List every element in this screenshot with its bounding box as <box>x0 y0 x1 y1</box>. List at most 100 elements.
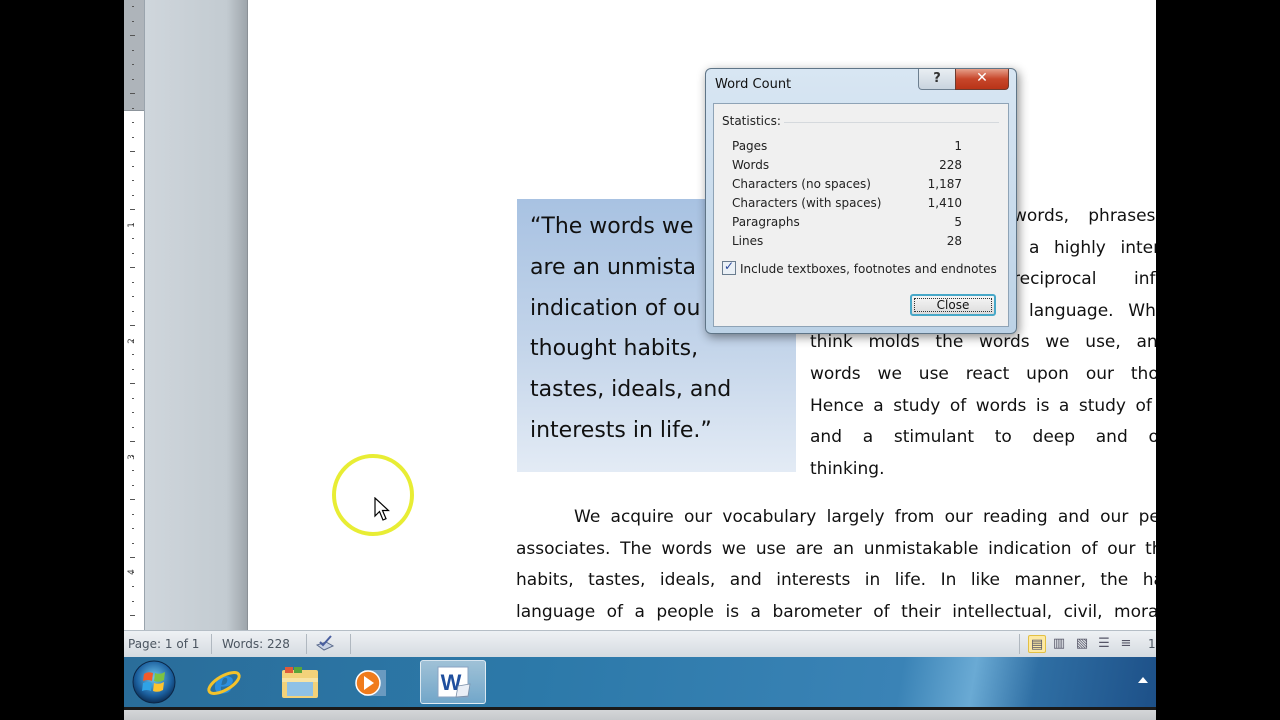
taskbar-microsoft-word[interactable]: W <box>420 660 486 704</box>
ruler-top-margin <box>124 0 144 111</box>
svg-text:e: e <box>214 663 234 701</box>
page-indicator[interactable]: Page: 1 of 1 <box>128 637 199 651</box>
ruler-tick <box>132 107 134 109</box>
ruler-tick <box>132 281 134 283</box>
view-outline-button[interactable]: ☰ <box>1095 635 1113 653</box>
taskbar-bottom-edge <box>124 707 1156 720</box>
ruler-tick <box>132 412 134 413</box>
text-line: and a stimulant to deep and original <box>810 427 1156 448</box>
proofing-check-icon[interactable] <box>314 635 336 653</box>
text-line: Hence a study of words is a study of ide… <box>810 395 1156 416</box>
close-button[interactable]: Close <box>910 294 996 316</box>
stat-row-lines: Lines 28 <box>732 234 962 253</box>
word-count-indicator[interactable]: Words: 228 <box>222 637 290 651</box>
ruler-tick <box>132 238 134 239</box>
document-workspace <box>145 0 247 630</box>
ruler-tick <box>132 296 134 297</box>
status-bar: Page: 1 of 1 Words: 228 ▤ ▥ ▧ ☰ ≡ 1 <box>124 630 1156 658</box>
ruler-tick <box>132 542 134 544</box>
ruler-tick <box>132 194 134 196</box>
ruler-tick <box>132 310 134 312</box>
ruler-tick <box>132 397 134 399</box>
ruler-tick <box>130 557 135 558</box>
ruler-tick <box>132 252 134 254</box>
quote-line: thought habits, <box>530 336 699 362</box>
screen: 1 2 3 4 “The words we are an unmista ind… <box>124 0 1156 720</box>
start-button[interactable] <box>124 660 184 704</box>
ruler-tick <box>132 136 134 138</box>
ruler-tick <box>132 513 134 515</box>
checkmark-icon: ✓ <box>724 259 735 273</box>
ruler-tick <box>130 499 135 500</box>
statistics-label: Statistics: <box>722 114 781 128</box>
stat-row-words: Words 228 <box>732 158 962 177</box>
ruler-tick <box>130 441 135 442</box>
stat-row-characters-with-spaces: Characters (with spaces) 1,410 <box>732 196 962 215</box>
ruler-tick <box>132 470 134 471</box>
dialog-body: Statistics: Pages 1 Words 228 Characters… <box>713 103 1009 327</box>
stat-value: 1,410 <box>927 196 962 210</box>
taskbar-windows-explorer[interactable] <box>270 660 330 704</box>
dialog-close-button[interactable]: ✕ <box>955 69 1009 90</box>
ruler-tick <box>130 615 135 616</box>
show-hidden-icons-arrow[interactable] <box>1138 677 1148 683</box>
view-print-layout-button[interactable]: ▤ <box>1028 635 1046 653</box>
stat-value: 1 <box>954 139 962 153</box>
dialog-title: Word Count <box>715 77 792 92</box>
ruler-tick <box>132 122 134 123</box>
text-line: thinking. <box>810 458 885 479</box>
vertical-ruler[interactable]: 1 2 3 4 <box>124 0 145 630</box>
view-draft-button[interactable]: ≡ <box>1117 635 1135 653</box>
ruler-tick <box>132 600 134 602</box>
view-full-screen-reading-button[interactable]: ▥ <box>1050 635 1068 653</box>
include-textboxes-label: Include textboxes, footnotes and endnote… <box>740 262 997 276</box>
include-textboxes-option[interactable]: ✓ Include textboxes, footnotes and endnot… <box>722 259 997 276</box>
stat-value: 5 <box>954 215 962 229</box>
stat-value: 28 <box>946 234 962 248</box>
include-textboxes-checkbox[interactable]: ✓ <box>722 259 736 275</box>
stat-row-pages: Pages 1 <box>732 139 962 158</box>
ruler-number: 4 <box>126 569 137 575</box>
stat-label: Paragraphs <box>732 215 800 229</box>
text-line: habits, tastes, ideals, and interests in… <box>516 570 1156 591</box>
folder-icon <box>282 667 318 698</box>
text-line: words we use react upon our thoughts. <box>810 363 1156 384</box>
stat-label: Pages <box>732 139 768 153</box>
stat-label: Words <box>732 158 770 172</box>
ruler-tick <box>132 49 134 51</box>
document-page[interactable]: “The words we are an unmista indication … <box>247 0 1156 630</box>
ruler-tick <box>132 180 134 181</box>
stat-row-paragraphs: Paragraphs 5 <box>732 215 962 234</box>
ruler-tick <box>132 64 134 65</box>
text-line: We acquire our vocabulary largely from o… <box>574 507 1156 527</box>
paragraph-2[interactable]: We acquire our vocabulary largely from o… <box>516 502 1156 628</box>
word-count-dialog[interactable]: Word Count ? ✕ Statistics: Pages 1 Words… <box>705 68 1017 334</box>
ruler-tick <box>132 354 134 355</box>
taskbar: e W <box>124 657 1156 707</box>
close-icon: ✕ <box>976 70 988 86</box>
ruler-tick <box>130 151 135 152</box>
ruler-tick <box>132 484 134 486</box>
ruler-number: 2 <box>126 338 137 344</box>
ruler-number: 3 <box>126 454 137 460</box>
ruler-tick <box>132 528 134 529</box>
taskbar-internet-explorer[interactable]: e <box>194 660 254 704</box>
ruler-tick <box>132 20 134 22</box>
ruler-tick <box>130 383 135 384</box>
ruler-tick <box>130 35 135 36</box>
stat-row-characters-no-spaces: Characters (no spaces) 1,187 <box>732 177 962 196</box>
zoom-level[interactable]: 1 <box>1148 637 1156 651</box>
separator <box>1019 634 1020 654</box>
windows-logo-icon <box>132 660 176 704</box>
taskbar-media-player[interactable] <box>340 660 400 704</box>
quote-line: interests in life.” <box>530 417 712 443</box>
ruler-tick <box>132 586 134 587</box>
view-web-layout-button[interactable]: ▧ <box>1073 635 1091 653</box>
media-player-icon <box>355 670 386 696</box>
ruler-tick <box>130 93 135 94</box>
ruler-tick <box>132 426 134 428</box>
help-button[interactable]: ? <box>918 69 956 90</box>
separator <box>211 634 212 654</box>
separator <box>350 634 351 654</box>
separator <box>306 634 307 654</box>
